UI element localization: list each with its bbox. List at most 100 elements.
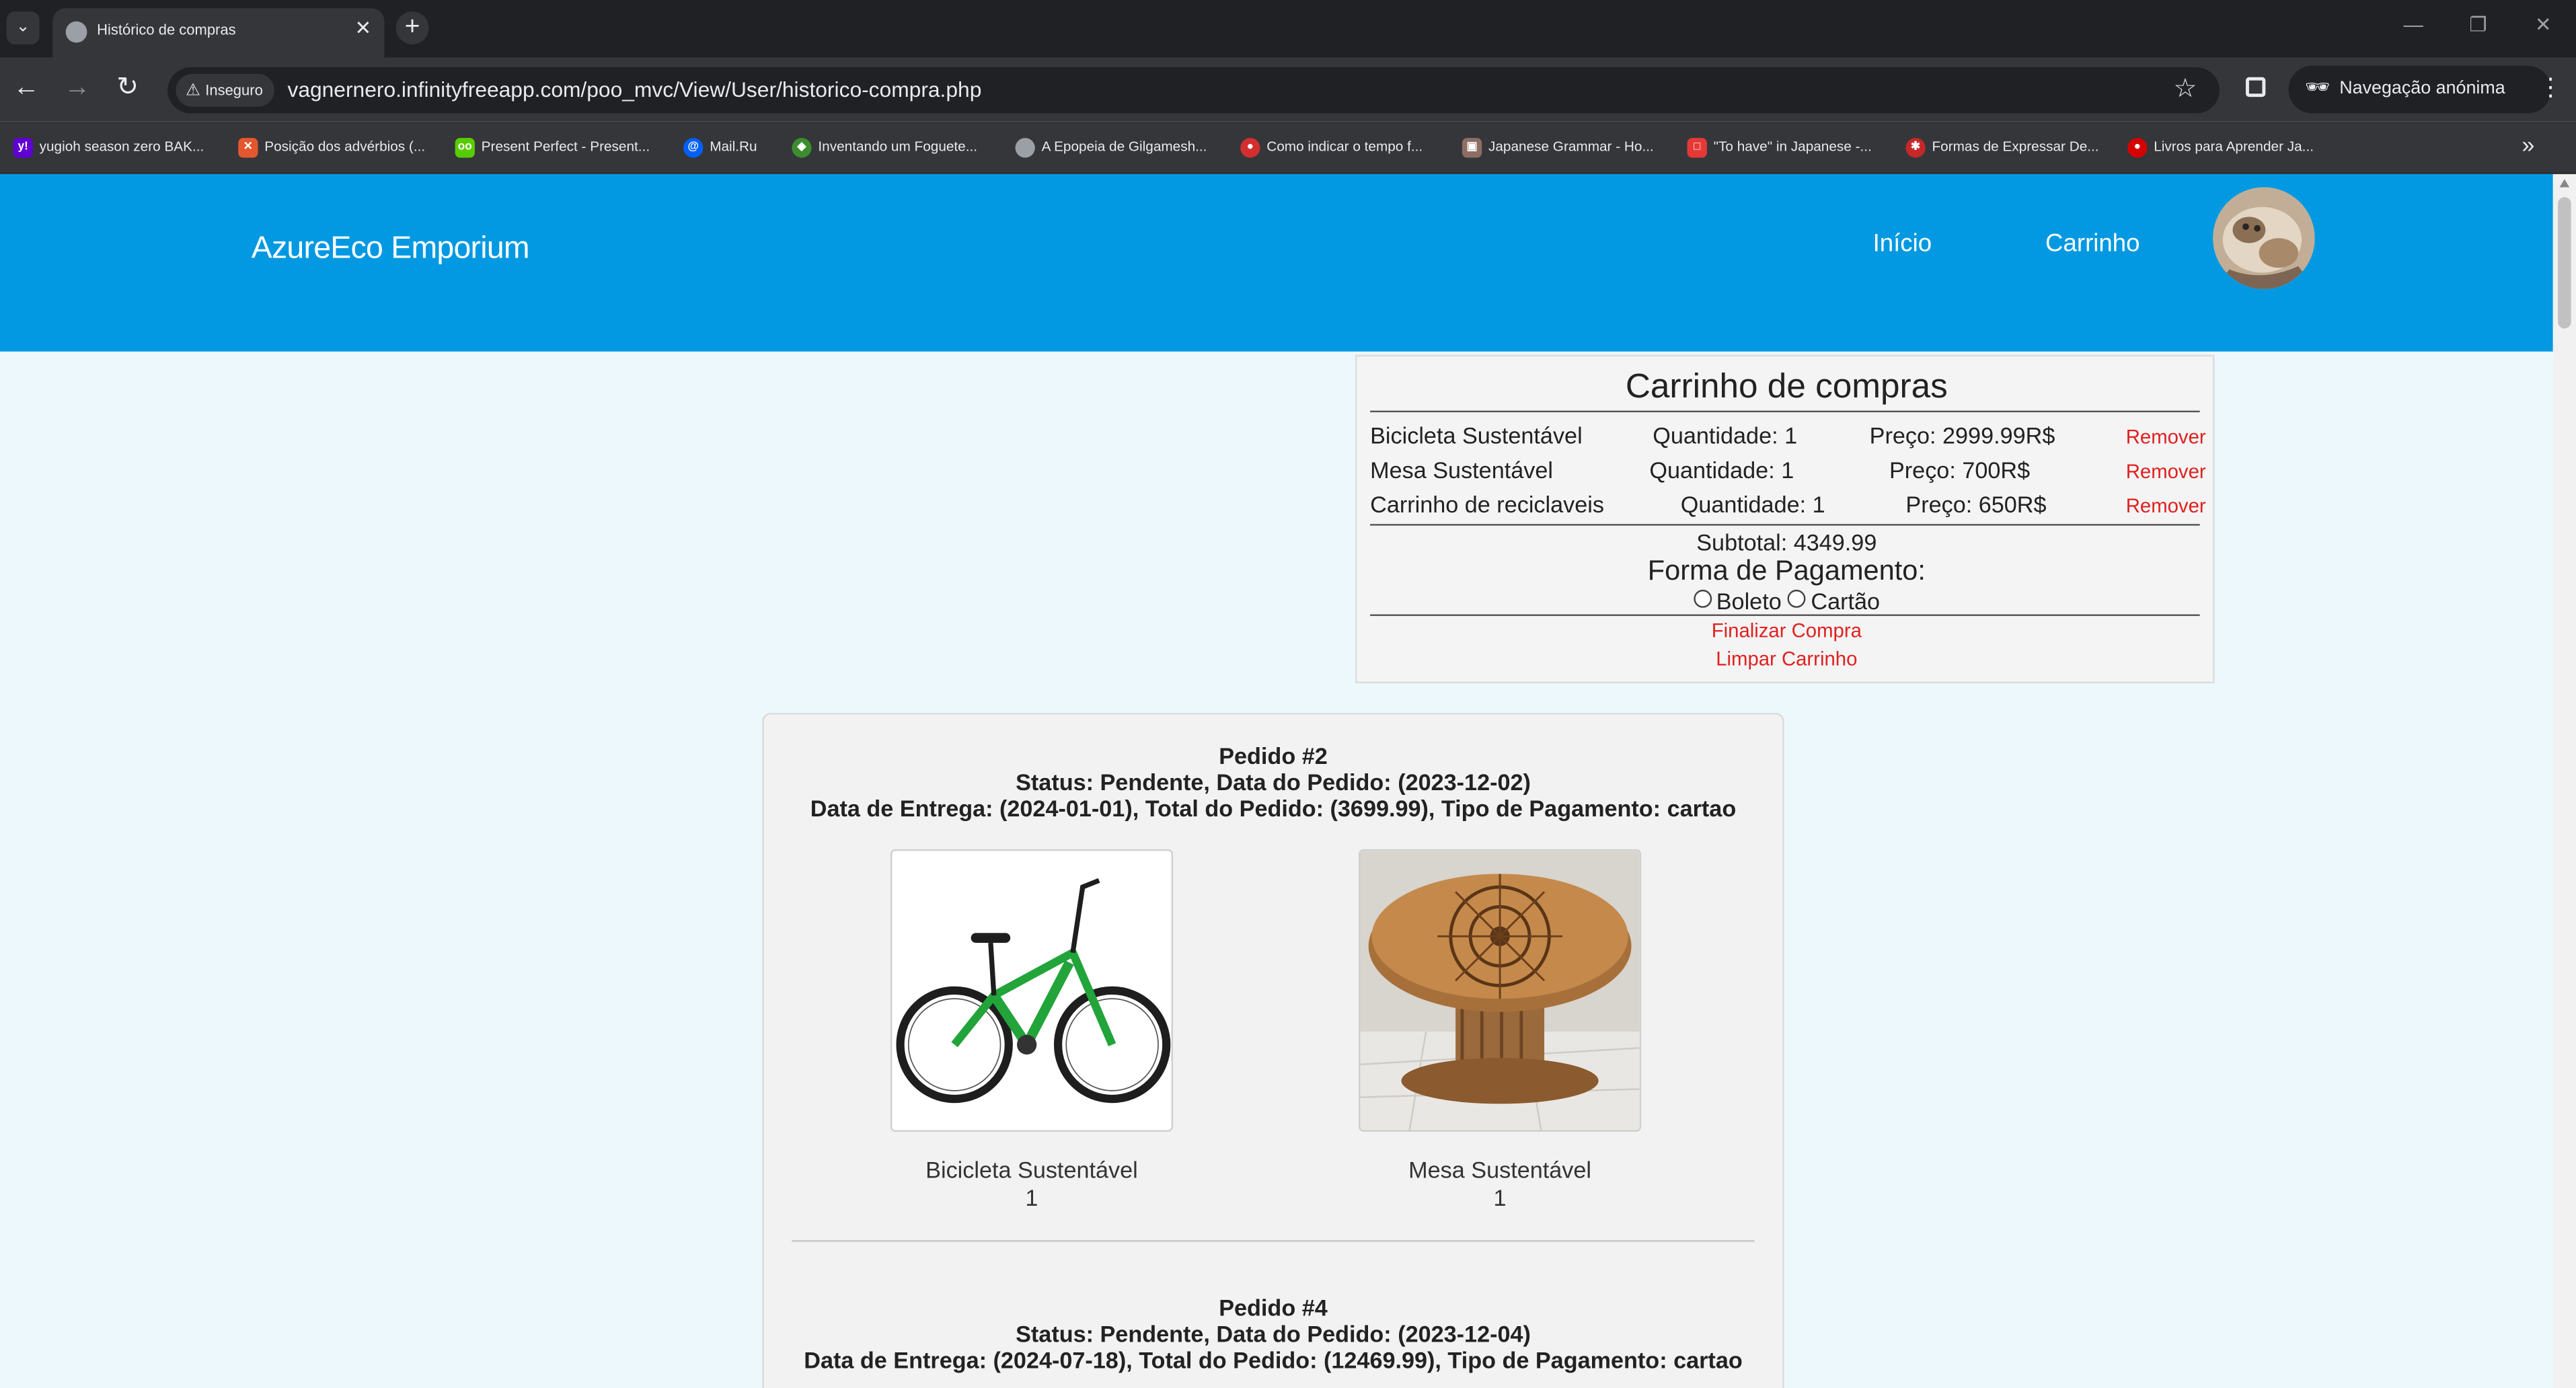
close-window-icon[interactable]: ✕ bbox=[2535, 13, 2552, 36]
page-scrollbar[interactable] bbox=[2552, 174, 2576, 1388]
product-quantity: 1 bbox=[1493, 1184, 1507, 1211]
cart-item-name: Bicicleta Sustentável bbox=[1370, 422, 1583, 449]
bookmark-star-icon[interactable]: ☆ bbox=[2174, 72, 2197, 105]
boleto-radio[interactable] bbox=[1693, 589, 1712, 608]
cart-item-name: Mesa Sustentável bbox=[1370, 457, 1553, 484]
site-header: AzureEco Emporium Início Carrinho bbox=[0, 174, 2553, 352]
incognito-chip[interactable]: 🕶 Navegação anónima bbox=[2288, 65, 2552, 114]
bookmark-favicon-icon: ✕ bbox=[238, 137, 258, 157]
bookmark-item[interactable]: @ Mail.Ru bbox=[683, 134, 757, 161]
url-text[interactable]: vagnernero.infinityfreeapp.com/poo_mvc/V… bbox=[287, 77, 981, 102]
incognito-icon: 🕶 bbox=[2304, 75, 2331, 99]
scroll-up-arrow-icon[interactable] bbox=[2559, 179, 2570, 188]
product-quantity: 1 bbox=[1025, 1184, 1038, 1211]
globe-icon bbox=[65, 21, 87, 43]
security-label: Inseguro bbox=[205, 82, 263, 99]
cart-item-price: Preço: 650R$ bbox=[1905, 491, 2047, 518]
incognito-label: Navegação anónima bbox=[2339, 79, 2505, 99]
nav-home-link[interactable]: Início bbox=[1873, 230, 1932, 258]
cart-subtotal: Subtotal: 4349.99 bbox=[1696, 529, 1877, 555]
boleto-label: Boleto bbox=[1716, 588, 1782, 615]
clear-cart-link[interactable]: Limpar Carrinho bbox=[1357, 647, 2216, 670]
cart-item-price: Preço: 2999.99R$ bbox=[1869, 422, 2055, 449]
close-tab-icon[interactable]: ✕ bbox=[354, 16, 371, 39]
bookmark-favicon-icon: ✱ bbox=[1905, 137, 1926, 157]
restore-icon[interactable]: ❐ bbox=[2469, 13, 2487, 36]
menu-kebab-icon[interactable]: ⋮ bbox=[2538, 72, 2563, 102]
browser-tab[interactable]: Histórico de compras ✕ bbox=[52, 8, 385, 58]
order-details: Data de Entrega: (2024-07-18), Total do … bbox=[804, 1346, 1743, 1374]
user-avatar[interactable] bbox=[2213, 187, 2315, 289]
remove-item-button[interactable]: Remover bbox=[2126, 426, 2206, 449]
reload-icon[interactable]: ↻ bbox=[116, 74, 139, 104]
payment-options: Boleto Cartão bbox=[1357, 588, 2216, 615]
cart-title: Carrinho de compras bbox=[1625, 368, 1948, 406]
tab-search-chevron-icon[interactable]: ⌄ bbox=[6, 11, 40, 44]
divider bbox=[1370, 410, 2200, 413]
nav-cart-link[interactable]: Carrinho bbox=[2045, 230, 2140, 258]
scrollbar-thumb[interactable] bbox=[2558, 197, 2571, 329]
bookmark-favicon-icon: □ bbox=[1687, 137, 1707, 157]
order-title: Pedido #4 bbox=[1219, 1294, 1328, 1321]
cartao-label: Cartão bbox=[1811, 588, 1881, 615]
bookmark-favicon-icon: y! bbox=[13, 137, 33, 157]
new-tab-button[interactable]: + bbox=[395, 11, 429, 44]
table-picture bbox=[1360, 851, 1640, 1130]
side-panel-icon[interactable] bbox=[2246, 77, 2266, 98]
bookmark-item[interactable]: ● Livros para Aprender Ja... bbox=[2127, 134, 2314, 161]
product-image-bicycle bbox=[890, 849, 1174, 1132]
brand-logo-text[interactable]: AzureEco Emporium bbox=[252, 231, 530, 268]
divider bbox=[1370, 524, 2200, 526]
address-bar[interactable]: ⚠ Inseguro vagnernero.infinityfreeapp.com… bbox=[167, 67, 2220, 114]
finalize-purchase-link[interactable]: Finalizar Compra bbox=[1357, 619, 2216, 642]
cart-item-quantity: Quantidade: 1 bbox=[1649, 457, 1794, 484]
order-details: Data de Entrega: (2024-01-01), Total do … bbox=[810, 795, 1737, 822]
bookmark-item[interactable]: ● Como indicar o tempo f... bbox=[1240, 134, 1423, 161]
remove-item-button[interactable]: Remover bbox=[2126, 460, 2206, 483]
security-chip[interactable]: ⚠ Inseguro bbox=[176, 73, 274, 107]
product-image-table bbox=[1359, 849, 1642, 1132]
forward-arrow-icon[interactable]: → bbox=[64, 74, 90, 104]
bookmark-item[interactable]: ✱ Formas de Expressar De... bbox=[1905, 134, 2099, 161]
browser-toolbar: ← → ↻ ⚠ Inseguro vagnernero.infinityfreea… bbox=[0, 57, 2576, 122]
tab-title: Histórico de compras bbox=[97, 21, 236, 38]
bookmark-favicon-icon: oo bbox=[455, 137, 475, 157]
bookmark-item[interactable]: A Epopeia de Gilgamesh... bbox=[1015, 134, 1207, 161]
more-bookmarks-icon[interactable]: » bbox=[2522, 131, 2534, 157]
minimize-icon[interactable]: — bbox=[2404, 13, 2423, 36]
shopping-cart-panel: Carrinho de compras Bicicleta Sustentáve… bbox=[1355, 354, 2216, 684]
order-status: Status: Pendente, Data do Pedido: (2023-… bbox=[1016, 1320, 1531, 1347]
cart-item-price: Preço: 700R$ bbox=[1889, 457, 2031, 484]
divider bbox=[1370, 614, 2200, 616]
purchase-history-panel: Pedido #2 Status: Pendente, Data do Pedi… bbox=[762, 713, 1784, 1388]
warning-icon: ⚠ bbox=[186, 82, 200, 100]
order-status: Status: Pendente, Data do Pedido: (2023-… bbox=[1016, 769, 1531, 796]
back-arrow-icon[interactable]: ← bbox=[13, 74, 40, 104]
screen: ⌄ Histórico de compras ✕ + — ❐ ✕ ← → ↻ ⚠… bbox=[0, 0, 2576, 1388]
cart-item-quantity: Quantidade: 1 bbox=[1680, 491, 1825, 518]
product-name: Mesa Sustentável bbox=[1408, 1156, 1592, 1183]
globe-icon bbox=[1015, 137, 1035, 157]
bookmark-item[interactable]: oo Present Perfect - Present... bbox=[455, 134, 650, 161]
order-title: Pedido #2 bbox=[1219, 742, 1328, 769]
bookmark-favicon-icon: ▣ bbox=[1462, 137, 1482, 157]
bookmark-item[interactable]: □ "To have" in Japanese -... bbox=[1687, 134, 1872, 161]
bookmark-item[interactable]: ▣ Japanese Grammar - Ho... bbox=[1462, 134, 1654, 161]
bookmark-favicon-icon: ● bbox=[2127, 137, 2148, 157]
cart-item-quantity: Quantidade: 1 bbox=[1653, 422, 1798, 449]
bookmark-item[interactable]: y! yugioh season zero BAK... bbox=[13, 134, 204, 161]
cartao-radio[interactable] bbox=[1788, 589, 1807, 608]
bicycle-picture bbox=[896, 878, 1171, 1104]
page-viewport: AzureEco Emporium Início Carrinho Carrin… bbox=[0, 174, 2553, 1388]
product-name: Bicicleta Sustentável bbox=[925, 1156, 1138, 1183]
tab-strip: ⌄ Histórico de compras ✕ + — ❐ ✕ bbox=[0, 0, 2576, 58]
bookmark-favicon-icon: ◆ bbox=[792, 137, 812, 157]
bookmark-favicon-icon: ● bbox=[1240, 137, 1260, 157]
cat-photo bbox=[2213, 187, 2315, 289]
bookmark-item[interactable]: ✕ Posição dos advérbios (... bbox=[238, 134, 425, 161]
bookmark-item[interactable]: ◆ Inventando um Foguete... bbox=[792, 134, 977, 161]
bookmark-favicon-icon: @ bbox=[683, 137, 704, 157]
remove-item-button[interactable]: Remover bbox=[2126, 494, 2206, 517]
cart-item-name: Carrinho de reciclaveis bbox=[1370, 491, 1604, 518]
bookmarks-bar: y! yugioh season zero BAK... ✕ Posição dos… bbox=[0, 121, 2576, 174]
